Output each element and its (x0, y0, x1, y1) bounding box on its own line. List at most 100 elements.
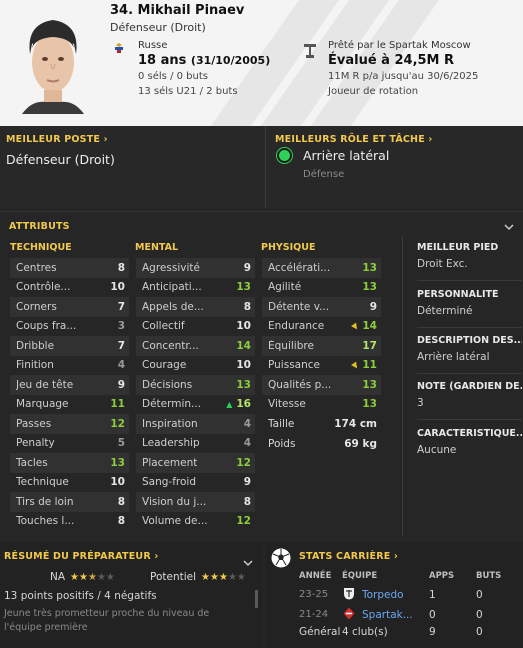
star-full-icon: ★ (70, 572, 80, 583)
mental-attribute-row[interactable]: Placement 12 (136, 453, 255, 473)
physical-attribute-row[interactable]: Accélérati... 13 (262, 258, 381, 278)
mental-attribute-row[interactable]: Agressivité 9 (136, 258, 255, 278)
attribute-number: 7 (117, 300, 125, 313)
col-apps: APPS (429, 571, 455, 581)
career-row-1-goals: 0 (476, 589, 483, 601)
mental-attribute-row[interactable]: Décisions 13 (136, 375, 255, 395)
attribute-number: 13 (236, 281, 251, 294)
physical-attribute-row[interactable]: Puissance ▼ 11 (262, 356, 381, 376)
technical-attribute-row[interactable]: Centres 8 (10, 258, 129, 278)
technical-attribute-row[interactable]: Coups fra... 3 (10, 317, 129, 337)
player-traits[interactable]: CARACTÉRISTIQUE... Aucune (417, 428, 522, 456)
technical-attribute-row[interactable]: Tirs de loin 8 (10, 492, 129, 512)
physical-attribute-row[interactable]: Vitesse 13 (262, 395, 381, 415)
career-row-2-team[interactable]: Spartak... (362, 609, 413, 621)
mental-attribute-row[interactable]: Anticipati... 13 (136, 278, 255, 298)
attributes-panel: ATTRIBUTS TECHNIQUE MENTAL PHYSIQUE Cent… (0, 211, 523, 538)
star-empty-icon: ★ (236, 572, 246, 583)
attribute-value: 9 (370, 301, 377, 313)
attribute-number: 4 (117, 359, 125, 372)
mental-attribute-row[interactable]: Sang-froid 9 (136, 473, 255, 493)
technical-attribute-row[interactable]: Dribble 7 (10, 336, 129, 356)
star-half-icon: ★ (87, 572, 97, 583)
attribute-label: Puissance (268, 359, 320, 372)
mental-attribute-row[interactable]: Détermin... ▲ 16 (136, 395, 255, 415)
player-u21-caps: 13 séls U21 / 2 buts (138, 86, 238, 97)
mental-attribute-row[interactable]: Vision du j... 8 (136, 492, 255, 512)
attribute-label: Détermin... (142, 398, 202, 411)
attribute-number: 8 (117, 261, 125, 274)
attribute-value: 17 (362, 340, 377, 352)
mental-attribute-row[interactable]: Appels de... 8 (136, 297, 255, 317)
best-position-title[interactable]: MEILLEUR POSTE › (6, 134, 108, 145)
chevron-down-icon[interactable] (504, 222, 514, 232)
col-year: ANNÉE (299, 571, 332, 581)
technical-attribute-row[interactable]: Finition 4 (10, 356, 129, 376)
mental-header: MENTAL (135, 242, 179, 253)
mental-attribute-row[interactable]: Courage 10 (136, 356, 255, 376)
physical-attribute-row[interactable]: Endurance ▼ 14 (262, 317, 381, 337)
attribute-value: 13 (362, 398, 377, 410)
career-row-1-team[interactable]: Torpedo (362, 589, 404, 601)
physical-attribute-row[interactable]: Équilibre 17 (262, 336, 381, 356)
attribute-value: 13 (110, 457, 125, 469)
mental-attribute-row[interactable]: Concentr... 14 (136, 336, 255, 356)
career-total-label: Général (299, 626, 341, 638)
technical-header: TECHNIQUE (10, 242, 72, 253)
attribute-label: Détente v... (268, 300, 330, 313)
attribute-number: 11 (362, 359, 377, 372)
attribute-value: 3 (118, 320, 125, 332)
attribute-value: 4 (244, 418, 251, 430)
attribute-number: 16 (236, 398, 251, 411)
attribute-label: Anticipati... (142, 281, 202, 294)
career-stats-title[interactable]: STATS CARRIÈRE › (299, 551, 398, 562)
technical-attribute-row[interactable]: Touches l... 8 (10, 512, 129, 532)
technical-attribute-row[interactable]: Jeu de tête 9 (10, 375, 129, 395)
attribute-label: Accélérati... (268, 261, 331, 274)
technical-attribute-row[interactable]: Marquage 11 (10, 395, 129, 415)
potential-ability-stars: ★★★★★ (201, 571, 246, 583)
attribute-value: 7 (118, 301, 125, 313)
attribute-label: Penalty (16, 437, 55, 450)
technical-attribute-row[interactable]: Passes 12 (10, 414, 129, 434)
potential-ability: Potentiel ★★★★★ (150, 571, 246, 583)
attribute-number: 7 (117, 339, 125, 352)
physical-attribute-row[interactable]: Agilité 13 (262, 278, 381, 298)
technical-attribute-row[interactable]: Penalty 5 (10, 434, 129, 454)
physical-attribute-row[interactable]: Qualités p... 13 (262, 375, 381, 395)
technical-list: Centres 8 Contrôle... 10 Corners 7 Coups fra..… (10, 258, 129, 531)
attribute-value: 8 (118, 496, 125, 508)
current-ability-label: NA (50, 571, 66, 583)
player-description[interactable]: DESCRIPTION DES... Arrière latéral (417, 335, 522, 363)
mental-attribute-row[interactable]: Collectif 10 (136, 317, 255, 337)
technical-attribute-row[interactable]: Corners 7 (10, 297, 129, 317)
coach-report-title[interactable]: RÉSUMÉ DU PRÉPARATEUR › (4, 551, 158, 562)
attribute-label: Tacles (16, 456, 48, 469)
scrollbar[interactable] (255, 590, 258, 608)
technical-attribute-row[interactable]: Tacles 13 (10, 453, 129, 473)
mental-attribute-row[interactable]: Leadership 4 (136, 434, 255, 454)
attribute-value: 7 (118, 340, 125, 352)
mental-attribute-row[interactable]: Volume de... 12 (136, 512, 255, 532)
chevron-down-icon[interactable] (243, 558, 253, 568)
best-role-title[interactable]: MEILLEURS RÔLE ET TÂCHE › (275, 134, 433, 145)
player-portrait (22, 20, 84, 114)
star-empty-icon: ★ (96, 572, 106, 583)
star-empty-icon: ★ (227, 572, 237, 583)
technical-attribute-row[interactable]: Contrôle... 10 (10, 278, 129, 298)
career-total-apps: 9 (429, 626, 436, 638)
star-full-icon: ★ (79, 572, 88, 583)
attribute-label: Collectif (142, 320, 185, 333)
physical-attribute-row[interactable]: Détente v... 9 (262, 297, 381, 317)
attribute-label: Décisions (142, 378, 193, 391)
mental-attribute-row[interactable]: Inspiration 4 (136, 414, 255, 434)
physical-header: PHYSIQUE (261, 242, 316, 253)
career-stats-panel: STATS CARRIÈRE › ANNÉE ÉQUIPE APPS BUTS … (265, 542, 523, 648)
attribute-number: 12 (110, 417, 125, 430)
attribute-value: 12 (236, 515, 251, 527)
weight-value: 69 kg (344, 438, 377, 450)
divider (417, 373, 522, 374)
attribute-value: 8 (118, 262, 125, 274)
loan-info[interactable]: Prêté par le Spartak Moscow (328, 40, 471, 51)
technical-attribute-row[interactable]: Technique 10 (10, 473, 129, 493)
